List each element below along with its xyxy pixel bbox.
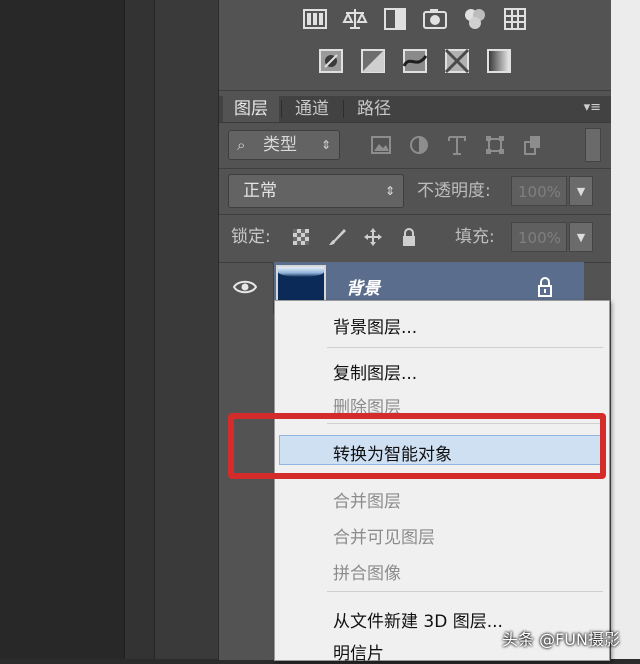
layer-name[interactable]: 背景: [346, 274, 380, 299]
black-white-icon[interactable]: [380, 4, 410, 34]
fill-dropdown-button[interactable]: ▼: [569, 222, 593, 252]
adjustment-layer-filter-icon[interactable]: [407, 133, 431, 157]
menu-separator: [327, 347, 603, 348]
tab-paths[interactable]: 路径: [345, 96, 403, 122]
opacity-dropdown-button[interactable]: ▼: [569, 176, 593, 206]
lock-label: 锁定:: [231, 227, 271, 247]
fill-input[interactable]: 100%: [511, 222, 567, 252]
menu-item-background-layer[interactable]: 背景图层...: [333, 313, 417, 338]
photo-filter-icon[interactable]: [420, 4, 450, 34]
gradient-map-icon[interactable]: [484, 46, 514, 76]
menu-item-merge-layers[interactable]: 合并图层: [333, 487, 401, 512]
posterize-icon[interactable]: [358, 46, 388, 76]
menu-item-merge-visible[interactable]: 合并可见图层: [333, 523, 435, 548]
adjustments-row-1: [219, 4, 611, 34]
blend-mode-value: 正常: [243, 181, 277, 201]
adjustments-row-2: [219, 46, 611, 76]
menu-item-new-3d-layer-from-file[interactable]: 从文件新建 3D 图层...: [333, 607, 503, 632]
scrollbar-strip[interactable]: [610, 0, 640, 659]
panel-tabs: 图层 通道 路径 ▾≡: [219, 96, 611, 123]
lock-icon: [538, 277, 552, 297]
type-layer-filter-icon[interactable]: [445, 133, 469, 157]
color-balance-icon[interactable]: [300, 4, 330, 34]
panel-divider: [219, 214, 611, 215]
tab-layers[interactable]: 图层: [223, 96, 279, 122]
visibility-column: [219, 262, 274, 314]
menu-item-flatten-image[interactable]: 拼合图像: [333, 559, 401, 584]
threshold-icon[interactable]: [400, 46, 430, 76]
menu-separator: [327, 591, 603, 592]
opacity-label: 不透明度:: [417, 181, 491, 201]
panel-gap: [154, 0, 219, 659]
watermark-text: 头条 @FUN摄影: [502, 630, 620, 649]
channel-mixer-icon[interactable]: [460, 4, 490, 34]
blend-mode-select[interactable]: 正常 ⇕: [228, 174, 404, 208]
invert-icon[interactable]: [316, 46, 346, 76]
panel-divider: [219, 168, 611, 169]
lock-icons: [289, 224, 421, 250]
filter-type-label: 类型: [263, 135, 297, 155]
eye-icon[interactable]: [233, 278, 257, 296]
menu-item-postcard[interactable]: 明信片: [333, 639, 384, 664]
fill-label: 填充:: [455, 227, 495, 247]
shape-layer-filter-icon[interactable]: [483, 133, 507, 157]
opacity-input[interactable]: 100%: [511, 176, 567, 206]
panel-menu-icon[interactable]: ▾≡: [584, 100, 601, 115]
smart-object-filter-icon[interactable]: [521, 133, 545, 157]
tab-channels[interactable]: 通道: [283, 96, 341, 122]
updown-arrows-icon: ⇕: [384, 184, 395, 198]
menu-item-duplicate-layer[interactable]: 复制图层...: [333, 359, 417, 384]
lock-all-icon[interactable]: [397, 224, 421, 250]
lock-image-pixels-icon[interactable]: [325, 224, 349, 250]
search-icon: ⌕: [237, 136, 246, 154]
canvas-area-edge: [124, 0, 155, 659]
selective-color-icon[interactable]: [442, 46, 472, 76]
canvas-area-dark: [0, 0, 124, 659]
filter-type-select[interactable]: ⌕ 类型 ⇕: [228, 130, 340, 160]
tab-separator: [343, 100, 344, 118]
balance-scale-icon[interactable]: [340, 4, 370, 34]
lock-position-icon[interactable]: [361, 224, 385, 250]
layer-thumbnail: [276, 265, 326, 305]
updown-arrows-icon: ⇕: [320, 138, 331, 152]
layer-context-menu: 背景图层... 复制图层... 删除图层 转换为智能对象 合并图层 合并可见图层…: [274, 300, 610, 664]
filter-icons: [369, 130, 545, 160]
color-lookup-icon[interactable]: [500, 4, 530, 34]
filter-toggle-switch[interactable]: [585, 128, 601, 162]
panel-divider: [219, 90, 611, 91]
tab-separator: [281, 100, 282, 118]
pixel-layer-filter-icon[interactable]: [369, 133, 393, 157]
highlight-annotation-box: [228, 413, 606, 479]
lock-transparent-pixels-icon[interactable]: [289, 224, 313, 250]
